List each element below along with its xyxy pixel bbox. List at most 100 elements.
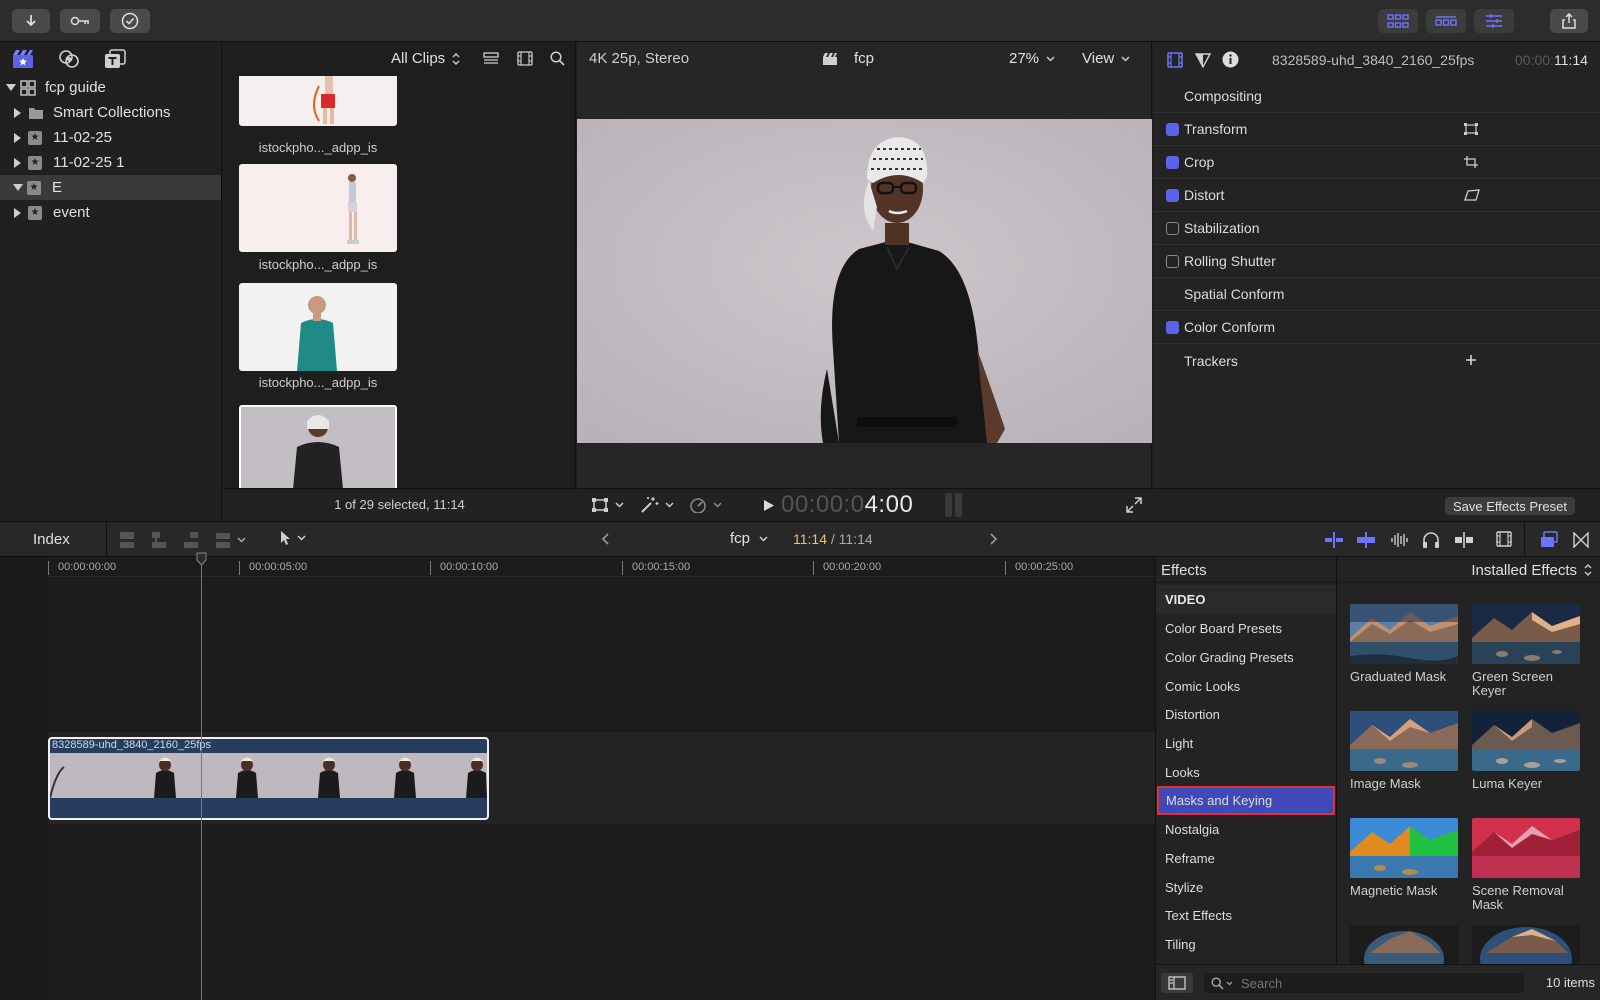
event-row-11-02-25[interactable]: ★ 11-02-25 xyxy=(0,125,221,150)
tool-menu[interactable] xyxy=(280,530,306,546)
photos-audio-tab[interactable] xyxy=(58,49,80,69)
inspector-section-rolling-shutter[interactable]: Rolling Shutter xyxy=(1153,245,1600,278)
import-button[interactable] xyxy=(12,9,50,33)
play-button[interactable] xyxy=(763,499,775,512)
playhead[interactable] xyxy=(201,557,202,1000)
disclosure-closed-icon[interactable] xyxy=(14,132,21,143)
checkbox-checked-icon[interactable] xyxy=(1166,155,1179,169)
browser-clip-thumbnail[interactable] xyxy=(239,164,397,252)
effects-category[interactable]: Nostalgia xyxy=(1156,815,1336,844)
audio-skimming-icon[interactable] xyxy=(1356,531,1376,549)
disclosure-closed-icon[interactable] xyxy=(14,157,21,168)
inspector-section-trackers[interactable]: Trackers xyxy=(1153,344,1600,377)
effect-tile-scene-removal-mask[interactable]: Scene Removal Mask xyxy=(1472,818,1580,912)
event-row-event[interactable]: ★ event xyxy=(0,200,221,225)
browser-search-button[interactable] xyxy=(550,51,565,66)
insert-clip-icon[interactable] xyxy=(150,531,168,549)
transitions-browser-icon[interactable] xyxy=(1573,532,1589,548)
libraries-tab[interactable] xyxy=(12,49,34,69)
skimming-icon[interactable] xyxy=(1324,531,1344,549)
effects-category[interactable]: Tiling xyxy=(1156,930,1336,959)
connect-clip-icon[interactable] xyxy=(118,531,136,549)
effects-category[interactable]: Comic Looks xyxy=(1156,672,1336,701)
append-clip-icon[interactable] xyxy=(182,531,200,549)
inspector-section-compositing[interactable]: Compositing xyxy=(1153,80,1600,113)
inspector-section-crop[interactable]: Crop xyxy=(1153,146,1600,179)
effect-tile-graduated-mask[interactable]: Graduated Mask xyxy=(1350,604,1458,684)
toggle-sidebar-button[interactable] xyxy=(1161,973,1193,993)
background-tasks-button[interactable] xyxy=(110,9,150,33)
effects-search-input[interactable] xyxy=(1241,975,1511,991)
index-button[interactable]: Index xyxy=(33,531,70,548)
disclosure-open-icon[interactable] xyxy=(6,84,16,91)
disclosure-closed-icon[interactable] xyxy=(14,107,21,118)
effects-category[interactable]: Reframe xyxy=(1156,844,1336,873)
transform-tool-menu[interactable] xyxy=(591,497,624,513)
installed-effects-menu[interactable]: Installed Effects xyxy=(1337,557,1600,583)
crop-onscreen-icon[interactable] xyxy=(1464,156,1478,168)
inspector-section-transform[interactable]: Transform xyxy=(1153,113,1600,146)
video-inspector-tab[interactable] xyxy=(1167,52,1183,68)
checkbox-unchecked-icon[interactable] xyxy=(1166,221,1179,235)
effects-category[interactable]: Color Grading Presets xyxy=(1156,643,1336,672)
distort-onscreen-icon[interactable] xyxy=(1464,189,1480,201)
checkbox-checked-icon[interactable] xyxy=(1166,188,1179,202)
effects-category[interactable]: Distortion xyxy=(1156,700,1336,729)
effects-category[interactable]: Text Effects xyxy=(1156,901,1336,930)
zoom-menu[interactable]: 27% xyxy=(1009,50,1055,67)
library-row-fcp-guide[interactable]: fcp guide xyxy=(0,75,221,100)
inspector-section-distort[interactable]: Distort xyxy=(1153,179,1600,212)
fullscreen-button[interactable] xyxy=(1126,497,1142,513)
effect-tile-partial[interactable] xyxy=(1350,925,1458,964)
retime-menu[interactable] xyxy=(689,497,722,513)
effect-tile-luma-keyer[interactable]: Luma Keyer xyxy=(1472,711,1580,791)
event-row-11-02-25-1[interactable]: ★ 11-02-25 1 xyxy=(0,150,221,175)
disclosure-open-icon[interactable] xyxy=(13,184,23,191)
timeline-ruler[interactable]: 00:00:00:00 00:00:05:00 00:00:10:00 00:0… xyxy=(48,557,1155,577)
inspector-section-color-conform[interactable]: Color Conform xyxy=(1153,311,1600,344)
browser-clip-thumbnail[interactable] xyxy=(239,283,397,371)
timeline-clip[interactable]: 8328589-uhd_3840_2160_25fps xyxy=(48,737,489,820)
overwrite-clip-menu[interactable] xyxy=(214,531,246,549)
inspector-section-spatial-conform[interactable]: Spatial Conform xyxy=(1153,278,1600,311)
effect-tile-image-mask[interactable]: Image Mask xyxy=(1350,711,1458,791)
effects-search-field[interactable] xyxy=(1204,973,1524,993)
clip-filter-menu[interactable]: All Clips xyxy=(391,50,460,67)
transform-onscreen-icon[interactable] xyxy=(1464,123,1478,135)
timeline-forward-icon[interactable] xyxy=(990,533,998,545)
show-timeline-button[interactable] xyxy=(1426,9,1466,33)
browser-clip-thumbnail[interactable] xyxy=(239,76,397,126)
share-button[interactable] xyxy=(1550,9,1588,33)
checkbox-unchecked-icon[interactable] xyxy=(1166,254,1179,268)
event-row-e[interactable]: ★ E xyxy=(0,175,221,200)
inspector-section-stabilization[interactable]: Stabilization xyxy=(1153,212,1600,245)
clip-appearance-button[interactable] xyxy=(517,51,533,66)
effects-category-selected[interactable]: Masks and Keying xyxy=(1157,786,1335,815)
effects-category[interactable]: Stylize xyxy=(1156,873,1336,902)
list-view-button[interactable] xyxy=(483,52,499,66)
info-inspector-tab[interactable] xyxy=(1222,51,1239,68)
effects-browser-icon[interactable] xyxy=(1540,531,1558,549)
effect-tile-magnetic-mask[interactable]: Magnetic Mask xyxy=(1350,818,1458,898)
keywords-button[interactable] xyxy=(60,9,100,33)
headphones-icon[interactable] xyxy=(1422,531,1440,549)
plus-icon[interactable] xyxy=(1466,355,1476,365)
checkbox-checked-icon[interactable] xyxy=(1166,320,1179,334)
library-row-smart-collections[interactable]: Smart Collections xyxy=(0,100,221,125)
clip-appearance-icon[interactable] xyxy=(1496,531,1512,547)
show-inspector-button[interactable] xyxy=(1474,9,1514,33)
color-inspector-tab[interactable] xyxy=(1195,52,1211,68)
show-browser-button[interactable] xyxy=(1378,9,1418,33)
timeline[interactable]: 00:00:00:00 00:00:05:00 00:00:10:00 00:0… xyxy=(0,552,1155,1000)
timeline-project-menu[interactable]: fcp xyxy=(730,530,768,547)
enhancements-menu[interactable] xyxy=(639,496,674,514)
viewer-frame[interactable] xyxy=(577,119,1152,443)
effect-tile-partial[interactable] xyxy=(1472,925,1580,964)
disclosure-closed-icon[interactable] xyxy=(14,207,21,218)
save-effects-preset-button[interactable]: Save Effects Preset xyxy=(1445,497,1575,515)
view-menu[interactable]: View xyxy=(1082,50,1130,67)
effects-section-video[interactable]: VIDEO xyxy=(1156,585,1336,614)
browser-clip-thumbnail-selected[interactable] xyxy=(239,405,397,489)
snapping-icon[interactable] xyxy=(1454,531,1474,549)
viewer-timecode[interactable]: 00:00:04:00 xyxy=(781,491,913,519)
